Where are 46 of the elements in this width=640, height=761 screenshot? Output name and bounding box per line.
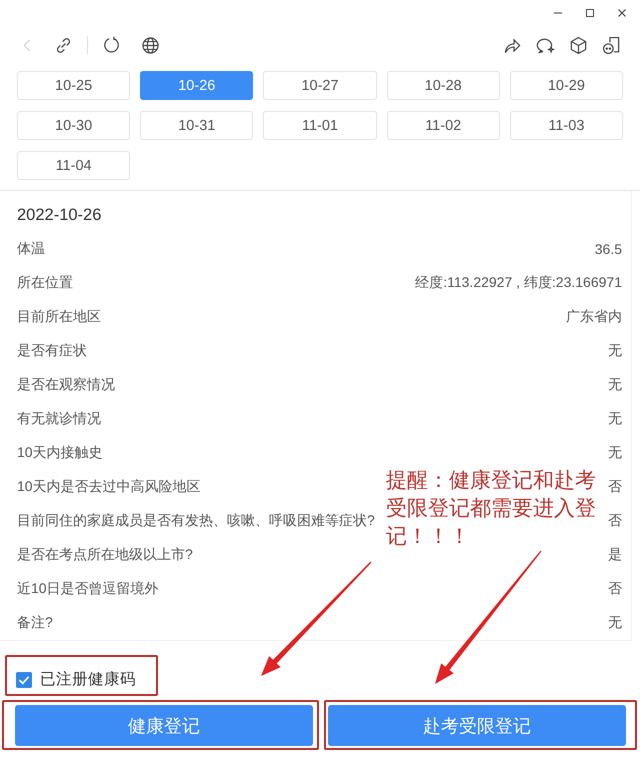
field-label: 是否在考点所在地级以上市? bbox=[17, 546, 193, 564]
date-tab[interactable]: 11-02 bbox=[386, 111, 500, 140]
cube-icon[interactable] bbox=[569, 36, 588, 54]
field-value: 经度:113.22927 , 纬度:23.166971 bbox=[415, 274, 622, 292]
date-tab[interactable]: 11-03 bbox=[510, 111, 623, 140]
link-icon[interactable] bbox=[54, 36, 73, 54]
date-tab[interactable]: 10-30 bbox=[17, 111, 130, 140]
maximize-icon[interactable] bbox=[584, 6, 596, 18]
annotation-text: 提醒：健康登记和赴考受限登记都需要进入登记！！！ bbox=[386, 468, 597, 550]
field-value: 36.5 bbox=[594, 241, 622, 257]
field-label: 有无就诊情况 bbox=[17, 410, 101, 428]
date-tab[interactable]: 10-29 bbox=[510, 71, 623, 100]
field-label: 10天内是否去过中高风险地区 bbox=[17, 478, 201, 496]
field-value: 否 bbox=[608, 580, 622, 598]
date-tab[interactable]: 10-27 bbox=[263, 71, 377, 100]
field-value: 无 bbox=[608, 614, 622, 632]
close-icon[interactable] bbox=[616, 6, 628, 18]
field-value: 无 bbox=[608, 410, 622, 428]
date-tab[interactable]: 11-04 bbox=[17, 151, 130, 180]
field-value: 无 bbox=[608, 342, 622, 360]
field-label: 目前同住的家庭成员是否有发热、咳嗽、呼吸困难等症状? bbox=[17, 512, 375, 530]
field-label: 体温 bbox=[17, 240, 45, 258]
record-date: 2022-10-26 bbox=[17, 205, 102, 226]
field-value: 广东省内 bbox=[566, 308, 622, 326]
field-value: 否 bbox=[608, 478, 622, 496]
checkbox-label: 已注册健康码 bbox=[40, 670, 136, 690]
field-value: 无 bbox=[608, 376, 622, 394]
applet-icon[interactable] bbox=[602, 36, 621, 54]
field-label: 10天内接触史 bbox=[17, 444, 103, 462]
field-label: 近10日是否曾逗留境外 bbox=[17, 580, 159, 598]
checkbox[interactable] bbox=[16, 672, 32, 688]
refresh-icon[interactable] bbox=[102, 36, 121, 54]
globe-icon[interactable] bbox=[141, 36, 160, 54]
field-label: 是否有症状 bbox=[17, 342, 87, 360]
field-label: 目前所在地区 bbox=[17, 308, 101, 326]
date-tab[interactable]: 10-25 bbox=[17, 71, 130, 100]
date-tab[interactable]: 10-28 bbox=[386, 71, 500, 100]
date-tab[interactable]: 11-01 bbox=[263, 111, 377, 140]
field-label: 备注? bbox=[17, 614, 53, 632]
date-tab[interactable]: 10-31 bbox=[140, 111, 254, 140]
field-value: 是 bbox=[608, 546, 622, 564]
chat-icon[interactable] bbox=[536, 36, 555, 54]
field-label: 是否在观察情况 bbox=[17, 376, 115, 394]
field-value: 否 bbox=[608, 512, 622, 530]
field-value: 无 bbox=[608, 444, 622, 462]
field-label: 所在位置 bbox=[17, 274, 73, 292]
